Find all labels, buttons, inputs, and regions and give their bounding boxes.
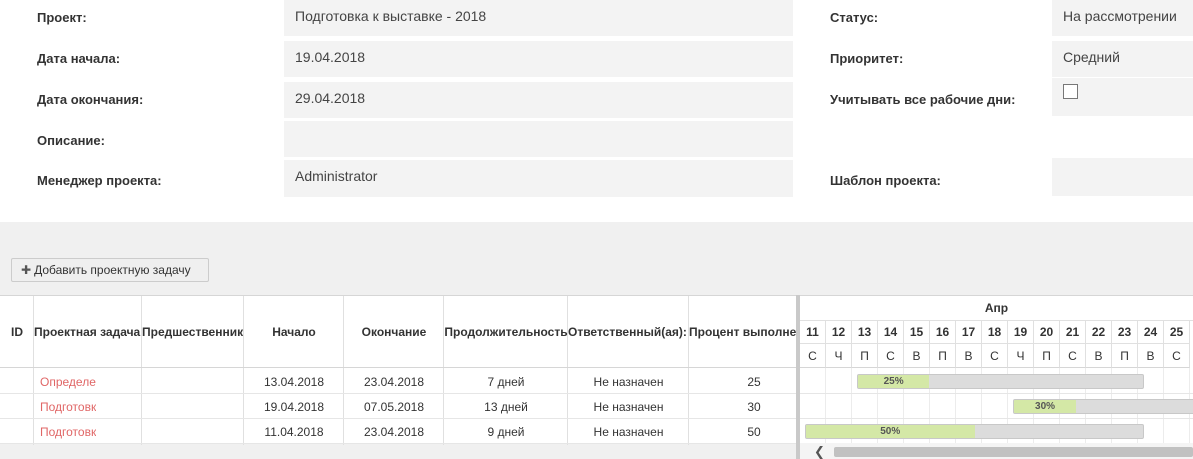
header-predecessor[interactable]: Предшественник: [142, 296, 244, 368]
cell-id: [0, 419, 34, 444]
manager-field[interactable]: Administrator: [284, 160, 793, 197]
gantt-horizontal-scrollbar[interactable]: ❮: [800, 443, 1193, 459]
gantt-weekday-label: П: [1034, 344, 1060, 368]
gantt-weekday-label: П: [930, 344, 956, 368]
gantt-weekday-label: С: [982, 344, 1008, 368]
gantt-weekday-label: С: [1164, 344, 1190, 368]
template-field[interactable]: [1052, 158, 1193, 196]
start-date-field[interactable]: 19.04.2018: [284, 41, 793, 77]
gantt-day-label: 11: [800, 321, 826, 344]
cell-assignee: Не назначен: [593, 374, 664, 389]
gantt-weekday-label: П: [1112, 344, 1138, 368]
gantt-weekday-label: Ч: [826, 344, 852, 368]
cell-task-link[interactable]: Подготовка: [34, 394, 96, 419]
gantt-day-label: 23: [1112, 321, 1138, 344]
header-task[interactable]: Проектная задача: [34, 296, 142, 368]
add-project-task-button[interactable]: ✚ Добавить проектную задачу: [11, 258, 209, 282]
description-label: Описание:: [37, 133, 105, 148]
cell-end: 07.05.2018: [363, 399, 425, 414]
cell-start: 13.04.2018: [263, 374, 325, 389]
gantt-day-label: 13: [852, 321, 878, 344]
gantt-day-label: 16: [930, 321, 956, 344]
table-row[interactable]: Определение 13.04.2018 23.04.2018 7 дней…: [0, 369, 796, 394]
gantt-task-bar[interactable]: 50%: [805, 424, 1144, 439]
gantt-day-label: 17: [956, 321, 982, 344]
gantt-weekday-label: С: [800, 344, 826, 368]
plus-icon: ✚: [21, 263, 32, 277]
template-label: Шаблон проекта:: [830, 173, 941, 188]
start-date-label: Дата начала:: [37, 51, 121, 66]
status-field[interactable]: На рассмотрении: [1052, 0, 1193, 36]
cell-start: 19.04.2018: [263, 399, 325, 414]
cell-predecessor: [142, 419, 244, 444]
gantt-weekday-label: В: [1086, 344, 1112, 368]
cell-duration: 13 дней: [484, 399, 528, 414]
gantt-day-label: 12: [826, 321, 852, 344]
project-form: Проект: Подготовка к выставке - 2018 Дат…: [0, 0, 1193, 222]
gantt-weekday-label: В: [956, 344, 982, 368]
project-field[interactable]: Подготовка к выставке - 2018: [284, 0, 793, 36]
header-start[interactable]: Начало: [244, 296, 344, 368]
gantt-weekday-label: П: [852, 344, 878, 368]
workdays-checkbox[interactable]: [1063, 84, 1078, 99]
gantt-progress-label: 30%: [1035, 401, 1056, 412]
gantt-weekday-label: В: [904, 344, 930, 368]
cell-task-link[interactable]: Подготовка: [34, 419, 96, 444]
cell-duration: 9 дней: [487, 424, 525, 439]
status-label: Статус:: [830, 10, 879, 25]
gantt-day-label: 18: [982, 321, 1008, 344]
cell-assignee: Не назначен: [593, 424, 664, 439]
gantt-chart: Апр 11 С 12 Ч 13 П 14 С 15 В 16 П 17 В 18 С 19 Ч 20 П 21 С 22 В…: [800, 295, 1193, 459]
header-duration[interactable]: Продолжительность: [444, 296, 568, 368]
gantt-month-label: Апр: [800, 296, 1193, 321]
gantt-progress-label: 50%: [880, 426, 901, 437]
task-grid: ID Проектная задача Предшественник Начал…: [0, 295, 796, 445]
end-date-field[interactable]: 29.04.2018: [284, 82, 793, 118]
table-row[interactable]: Подготовка 19.04.2018 07.05.2018 13 дней…: [0, 394, 796, 419]
scrollbar-thumb[interactable]: [834, 447, 1193, 457]
manager-label: Менеджер проекта:: [37, 173, 162, 188]
end-date-label: Дата окончания:: [37, 92, 144, 107]
workdays-label: Учитывать все рабочие дни:: [830, 92, 1016, 107]
gantt-task-bar[interactable]: 25%: [857, 374, 1144, 389]
header-percent[interactable]: Процент выполнения: [689, 296, 796, 368]
project-label: Проект:: [37, 10, 87, 25]
gantt-weekday-label: Ч: [1008, 344, 1034, 368]
gantt-day-label: 14: [878, 321, 904, 344]
gantt-weekday-label: С: [878, 344, 904, 368]
gantt-weekday-label: С: [1060, 344, 1086, 368]
cell-predecessor: [142, 369, 244, 394]
gantt-day-label: 22: [1086, 321, 1112, 344]
gantt-day-label: 19: [1008, 321, 1034, 344]
cell-start: 11.04.2018: [264, 424, 324, 439]
cell-predecessor: [142, 394, 244, 419]
priority-label: Приоритет:: [830, 51, 904, 66]
gantt-day-label: 24: [1138, 321, 1164, 344]
priority-field[interactable]: Средний: [1052, 41, 1193, 77]
table-row[interactable]: Подготовка 11.04.2018 23.04.2018 9 дней …: [0, 419, 796, 444]
cell-assignee: Не назначен: [593, 399, 664, 414]
cell-duration: 7 дней: [487, 374, 525, 389]
header-assignee[interactable]: Ответственный(ая):: [568, 296, 689, 368]
header-end[interactable]: Окончание: [344, 296, 444, 368]
gantt-task-bar[interactable]: 30%: [1013, 399, 1193, 414]
gantt-weekday-label: В: [1138, 344, 1164, 368]
gantt-day-label: 25: [1164, 321, 1190, 344]
add-project-task-label: Добавить проектную задачу: [34, 263, 191, 277]
header-id[interactable]: ID: [0, 296, 34, 368]
cell-task-link[interactable]: Определение: [34, 369, 96, 394]
gantt-day-label: 21: [1060, 321, 1086, 344]
scroll-left-icon[interactable]: ❮: [814, 443, 825, 459]
cell-id: [0, 394, 34, 419]
cell-end: 23.04.2018: [363, 374, 425, 389]
description-field[interactable]: [284, 121, 793, 157]
cell-end: 23.04.2018: [363, 424, 425, 439]
gantt-day-label: 20: [1034, 321, 1060, 344]
gantt-progress-label: 25%: [883, 376, 904, 387]
gantt-day-label: 15: [904, 321, 930, 344]
cell-id: [0, 369, 34, 394]
